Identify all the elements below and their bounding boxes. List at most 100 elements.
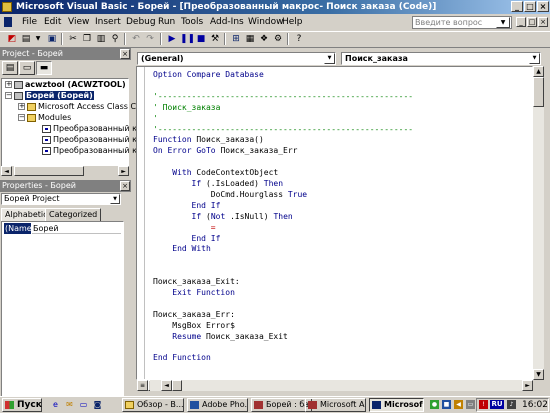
tray-speaker-icon[interactable]: ♪ [507, 400, 516, 409]
paste-icon[interactable]: ▥ [95, 33, 107, 45]
menu-help[interactable]: Help [282, 16, 303, 28]
taskbar-item-active[interactable]: Microsof... [369, 398, 424, 412]
menu-edit[interactable]: Edit [44, 16, 61, 28]
code-line[interactable]: Option Compare Database [153, 70, 264, 80]
tree-item-module[interactable]: Преобразованный к [42, 135, 137, 145]
window-titlebar[interactable]: Microsoft Visual Basic - Борей - [Преобр… [0, 0, 550, 14]
start-button[interactable]: Пуск [2, 398, 42, 412]
cut-icon[interactable]: ✂ [67, 33, 79, 45]
quicklaunch-desktop-icon[interactable]: ▭ [78, 399, 89, 410]
properties-panel-close-button[interactable]: × [120, 181, 130, 191]
scroll-down-icon[interactable]: ▼ [533, 369, 544, 380]
code-line[interactable]: If (.IsLoaded) Then [153, 179, 284, 189]
tree-item-acwztool[interactable]: + acwztool (ACWZTOOL) [5, 80, 126, 90]
procedure-select[interactable]: Поиск_заказа [341, 52, 541, 65]
quicklaunch-app-icon[interactable]: ◙ [92, 399, 103, 410]
scroll-left-icon[interactable]: ◄ [1, 166, 12, 176]
insert-dropdown-icon[interactable]: ▼ [32, 33, 44, 45]
tray-app-icon[interactable]: ● [430, 400, 439, 409]
tree-item-module[interactable]: Преобразованный к [42, 146, 137, 156]
close-button[interactable]: × [537, 1, 549, 12]
project-panel-close-button[interactable]: × [120, 49, 130, 59]
scroll-thumb[interactable] [533, 77, 544, 107]
break-icon[interactable]: ❚❚ [180, 33, 195, 45]
tree-item-modules[interactable]: − Modules [18, 113, 71, 123]
scroll-thumb[interactable] [14, 166, 84, 176]
find-icon[interactable]: ⚲ [109, 33, 121, 45]
project-explorer-icon[interactable]: ⊞ [230, 33, 242, 45]
save-icon[interactable]: ▣ [46, 33, 58, 45]
toggle-folders-icon[interactable]: ▬ [36, 61, 52, 75]
copy-icon[interactable]: ❐ [81, 33, 93, 45]
menu-debug[interactable]: Debug [126, 16, 156, 28]
code-line[interactable]: '---------------------------------------… [153, 125, 413, 135]
code-line[interactable]: '---------------------------------------… [153, 92, 413, 102]
code-vscrollbar[interactable] [533, 66, 544, 380]
toolbox-icon[interactable]: ⚙ [272, 33, 284, 45]
run-icon[interactable]: ▶ [166, 33, 178, 45]
code-line[interactable]: MsgBox Error$ [153, 321, 235, 331]
chevron-down-icon[interactable]: ▼ [324, 53, 335, 64]
code-margin-indicator-bar[interactable] [137, 67, 145, 379]
view-access-icon[interactable]: ◩ [6, 33, 18, 45]
tray-security-icon[interactable]: ! [479, 400, 488, 409]
chevron-down-icon[interactable]: ▼ [529, 53, 540, 64]
collapse-toggle-icon[interactable]: − [18, 114, 25, 121]
code-line[interactable]: DoCmd.Hourglass True [153, 190, 307, 200]
mdi-close-button[interactable]: × [538, 17, 548, 27]
view-object-icon[interactable]: ▭ [19, 61, 35, 75]
properties-window-icon[interactable]: ▦ [244, 33, 256, 45]
tab-categorized[interactable]: Categorized [45, 208, 102, 221]
tray-volume-icon[interactable]: ◀ [454, 400, 463, 409]
code-line[interactable]: End If [153, 234, 221, 244]
code-line[interactable]: ' Поиск_заказа [153, 103, 220, 113]
insert-module-icon[interactable]: ▤ [20, 33, 32, 45]
menu-view[interactable]: View [68, 16, 89, 28]
tree-item-module[interactable]: Преобразованный к [42, 124, 137, 134]
code-line[interactable]: End With [153, 244, 211, 254]
chevron-down-icon[interactable]: ▼ [110, 194, 120, 204]
scroll-up-icon[interactable]: ▲ [533, 66, 544, 77]
menu-tools[interactable]: Tools [181, 16, 203, 28]
scroll-left-icon[interactable]: ◄ [161, 380, 172, 391]
quicklaunch-ie-icon[interactable]: e [50, 399, 61, 410]
expand-toggle-icon[interactable]: + [5, 81, 12, 88]
help-icon[interactable]: ? [293, 33, 305, 45]
scroll-right-icon[interactable]: ► [118, 166, 129, 176]
object-browser-icon[interactable]: ❖ [258, 33, 270, 45]
minimize-button[interactable]: _ [511, 1, 523, 12]
code-line[interactable]: Поиск_заказа_Exit: [153, 277, 240, 287]
code-line[interactable]: Resume Поиск_заказа_Exit [153, 332, 288, 342]
tree-item-class-objects[interactable]: + Microsoft Access Class C [18, 102, 136, 112]
procedure-view-icon[interactable]: ≡ [137, 380, 148, 391]
taskbar-item[interactable]: Adobe Pho... [187, 398, 248, 412]
properties-object-select[interactable]: Борей Project [1, 193, 121, 205]
scroll-thumb[interactable] [172, 380, 182, 391]
language-indicator[interactable]: RU [490, 400, 504, 409]
object-select[interactable]: (General) [137, 52, 336, 65]
view-code-icon[interactable]: ▤ [2, 61, 18, 75]
code-hscrollbar[interactable] [150, 380, 533, 391]
taskbar-clock[interactable]: 16:02 [522, 399, 548, 411]
code-line[interactable]: With CodeContextObject [153, 168, 278, 178]
system-menu-icon[interactable] [4, 17, 12, 27]
mdi-minimize-button[interactable]: _ [516, 17, 526, 27]
tray-network-icon[interactable]: ■ [442, 400, 451, 409]
redo-icon[interactable]: ↷ [144, 33, 156, 45]
code-line[interactable]: On Error GoTo Поиск_заказа_Err [153, 146, 298, 156]
help-dropdown-icon[interactable]: ▼ [496, 17, 510, 28]
design-mode-icon[interactable]: ⚒ [209, 33, 221, 45]
code-line[interactable]: Exit Function [153, 288, 235, 298]
property-name[interactable]: (Name) [4, 223, 35, 234]
code-line[interactable]: Function Поиск_заказа() [153, 135, 264, 145]
maximize-button[interactable]: □ [524, 1, 536, 12]
scroll-right-icon[interactable]: ► [522, 380, 533, 391]
expand-toggle-icon[interactable]: + [18, 103, 25, 110]
tree-item-borey[interactable]: − Борей (Борей) [5, 91, 94, 101]
code-line[interactable]: End If [153, 201, 221, 211]
menu-window[interactable]: Window [248, 16, 284, 28]
code-line[interactable]: ' [153, 114, 158, 124]
tray-monitor-icon[interactable]: ▭ [466, 400, 475, 409]
mdi-restore-button[interactable]: □ [527, 17, 537, 27]
tab-alphabetic[interactable]: Alphabetic [1, 208, 52, 221]
